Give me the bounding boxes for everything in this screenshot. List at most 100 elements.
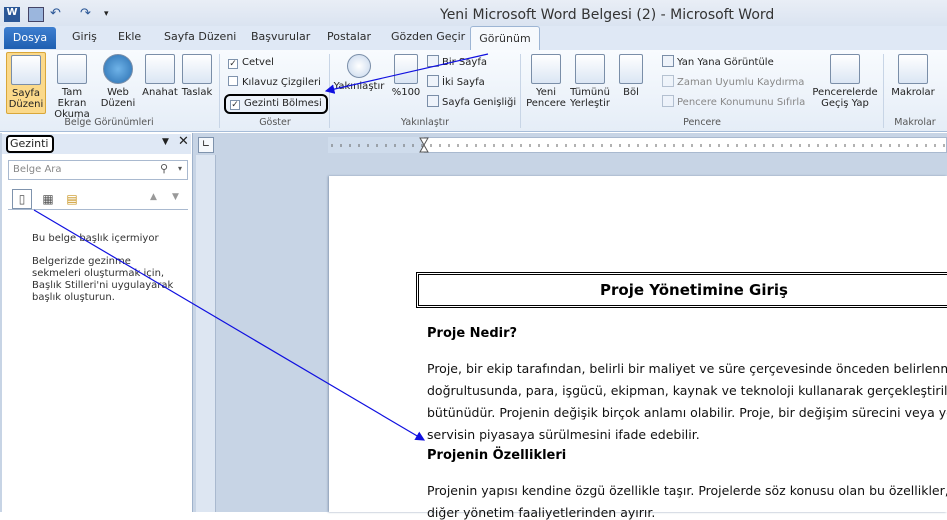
magnifier-icon — [347, 54, 371, 78]
tab-references[interactable]: Başvurular — [251, 30, 310, 43]
heading-projenin-ozellikleri[interactable]: Projenin Özellikleri — [427, 448, 566, 463]
gridlines-checkbox[interactable]: Kılavuz Çizgileri — [228, 76, 321, 90]
outline-label: Anahat — [142, 87, 178, 98]
new-window-label: Yeni Pencere — [526, 87, 566, 109]
tab-page-layout[interactable]: Sayfa Düzeni — [164, 30, 236, 43]
print-layout-button[interactable]: Sayfa Düzeni — [6, 52, 46, 114]
split-button[interactable]: Böl — [616, 54, 646, 98]
window-title: Yeni Microsoft Word Belgesi (2) - Micros… — [440, 7, 775, 23]
save-icon[interactable] — [28, 7, 44, 22]
macros-button[interactable]: Makrolar — [887, 54, 939, 98]
vertical-ruler[interactable] — [196, 155, 216, 512]
group-label-document-views: Belge Görünümleri — [64, 117, 154, 128]
redo-icon[interactable]: ↷ — [80, 7, 96, 22]
reset-window-position-label: Pencere Konumunu Sıfırla — [677, 97, 806, 108]
document-page[interactable] — [329, 176, 947, 512]
previous-icon[interactable]: ▲ — [150, 192, 157, 202]
full-screen-reading-icon — [57, 54, 87, 84]
group-label-show: Göster — [259, 117, 291, 128]
group-label-window: Pencere — [683, 117, 721, 128]
side-by-side-icon — [662, 55, 674, 67]
group-show: ✓ Cetvel Kılavuz Çizgileri ✓ Gezinti Bölme… — [222, 50, 328, 130]
no-headings-message: Bu belge başlık içermiyor — [32, 233, 159, 244]
one-page-button[interactable]: Bir Sayfa — [427, 55, 487, 69]
search-icon[interactable]: ⚲ — [160, 162, 168, 175]
close-icon[interactable]: ✕ — [178, 134, 189, 149]
gridlines-label: Kılavuz Çizgileri — [242, 77, 321, 88]
two-pages-icon — [427, 75, 439, 87]
search-options-icon[interactable]: ▾ — [178, 164, 182, 173]
draft-button[interactable]: Taslak — [180, 54, 214, 98]
switch-windows-label: Pencerelerde Geçiş Yap — [812, 87, 878, 109]
synchronous-scrolling-icon — [662, 75, 674, 87]
ruler-checkbox[interactable]: ✓ Cetvel — [228, 56, 274, 70]
navigation-pane-checkbox[interactable]: ✓ Gezinti Bölmesi — [224, 94, 328, 114]
group-label-zoom: Yakınlaştır — [400, 117, 450, 128]
browse-results-tab[interactable]: ▤ — [62, 189, 82, 209]
split-label: Böl — [623, 87, 639, 98]
paragraph-line[interactable]: servisin piyasaya sürülmesini ifade edeb… — [427, 427, 700, 442]
checkbox-checked-icon: ✓ — [228, 59, 238, 69]
undo-icon[interactable]: ↶ — [50, 7, 66, 22]
tab-insert[interactable]: Ekle — [118, 30, 141, 43]
full-screen-reading-label: Tam Ekran Okuma — [54, 87, 90, 120]
ruler-ticks — [328, 137, 945, 153]
browse-pages-tab[interactable]: ▦ — [38, 189, 58, 209]
view-side-by-side-label: Yan Yana Görüntüle — [677, 57, 774, 68]
zoom-100-button[interactable]: %100 — [389, 54, 423, 98]
headings-help-message: Belgerizde gezinme sekmeleri oluşturmak … — [32, 256, 174, 303]
view-side-by-side-button[interactable]: Yan Yana Görüntüle — [662, 55, 774, 69]
synchronous-scrolling-button[interactable]: Zaman Uyumlu Kaydırma — [662, 75, 804, 89]
switch-windows-button[interactable]: Pencerelerde Geçiş Yap — [812, 54, 878, 109]
next-icon[interactable]: ▼ — [172, 192, 179, 202]
zoom-label: Yakınlaştır — [333, 81, 385, 92]
new-window-button[interactable]: Yeni Pencere — [526, 54, 566, 109]
draft-label: Taslak — [181, 87, 213, 98]
macros-icon — [898, 54, 928, 84]
pane-options-icon[interactable]: ▼ — [162, 137, 169, 147]
tab-selector-button[interactable]: ∟ — [198, 137, 214, 153]
group-document-views: Sayfa Düzeni Tam Ekran Okuma Web Düzeni … — [2, 50, 216, 130]
tab-file[interactable]: Dosya — [4, 27, 56, 49]
page-width-button[interactable]: Sayfa Genişliği — [427, 95, 516, 109]
one-page-label: Bir Sayfa — [442, 57, 487, 68]
paragraph-line[interactable]: Projenin yapısı kendine özgü özellikle t… — [427, 483, 947, 498]
macros-label: Makrolar — [891, 87, 935, 98]
heading-proje-nedir[interactable]: Proje Nedir? — [427, 326, 517, 341]
navigation-tabs — [8, 188, 188, 210]
ribbon-separator — [219, 54, 220, 128]
browse-headings-tab[interactable]: ▯ — [12, 189, 32, 209]
arrange-all-button[interactable]: Tümünü Yerleştir — [568, 54, 612, 109]
draft-icon — [182, 54, 212, 84]
tab-view[interactable]: Görünüm — [470, 26, 540, 51]
paragraph-line[interactable]: doğrultusunda, para, işgücü, ekipman, ka… — [427, 383, 947, 398]
switch-windows-icon — [830, 54, 860, 84]
full-screen-reading-button[interactable]: Tam Ekran Okuma — [48, 54, 96, 120]
tab-home[interactable]: Giriş — [72, 30, 97, 43]
paragraph-line[interactable]: Proje, bir ekip tarafından, belirli bir … — [427, 361, 947, 376]
outline-button[interactable]: Anahat — [140, 54, 180, 98]
checkbox-checked-icon: ✓ — [230, 100, 240, 110]
checkbox-unchecked-icon — [228, 76, 238, 86]
zoom-button[interactable]: Yakınlaştır — [333, 54, 385, 92]
two-pages-button[interactable]: İki Sayfa — [427, 75, 485, 89]
ribbon-separator — [883, 54, 884, 128]
web-layout-label: Web Düzeni — [100, 87, 136, 109]
new-window-icon — [531, 54, 561, 84]
word-logo-icon[interactable]: W — [4, 7, 20, 22]
zoom-100-icon — [394, 54, 418, 84]
synchronous-scrolling-label: Zaman Uyumlu Kaydırma — [677, 77, 805, 88]
navigation-pane-label: Gezinti Bölmesi — [244, 98, 322, 109]
reset-window-position-button[interactable]: Pencere Konumunu Sıfırla — [662, 95, 805, 109]
tab-review[interactable]: Gözden Geçir — [391, 30, 465, 43]
zoom-100-label: %100 — [391, 87, 421, 98]
paragraph-line[interactable]: bütünüdür. Projenin değişik birçok anlam… — [427, 405, 947, 420]
web-layout-button[interactable]: Web Düzeni — [100, 54, 136, 109]
customize-toolbar-icon[interactable]: ▾ — [104, 7, 120, 22]
one-page-icon — [427, 55, 439, 67]
arrange-all-icon — [575, 54, 605, 84]
ruler-label: Cetvel — [242, 57, 274, 68]
paragraph-line[interactable]: diğer yönetim faaliyetlerinden ayırır. — [427, 505, 655, 520]
tab-mailings[interactable]: Postalar — [327, 30, 371, 43]
document-title[interactable]: Proje Yönetimine Giriş — [600, 281, 788, 299]
